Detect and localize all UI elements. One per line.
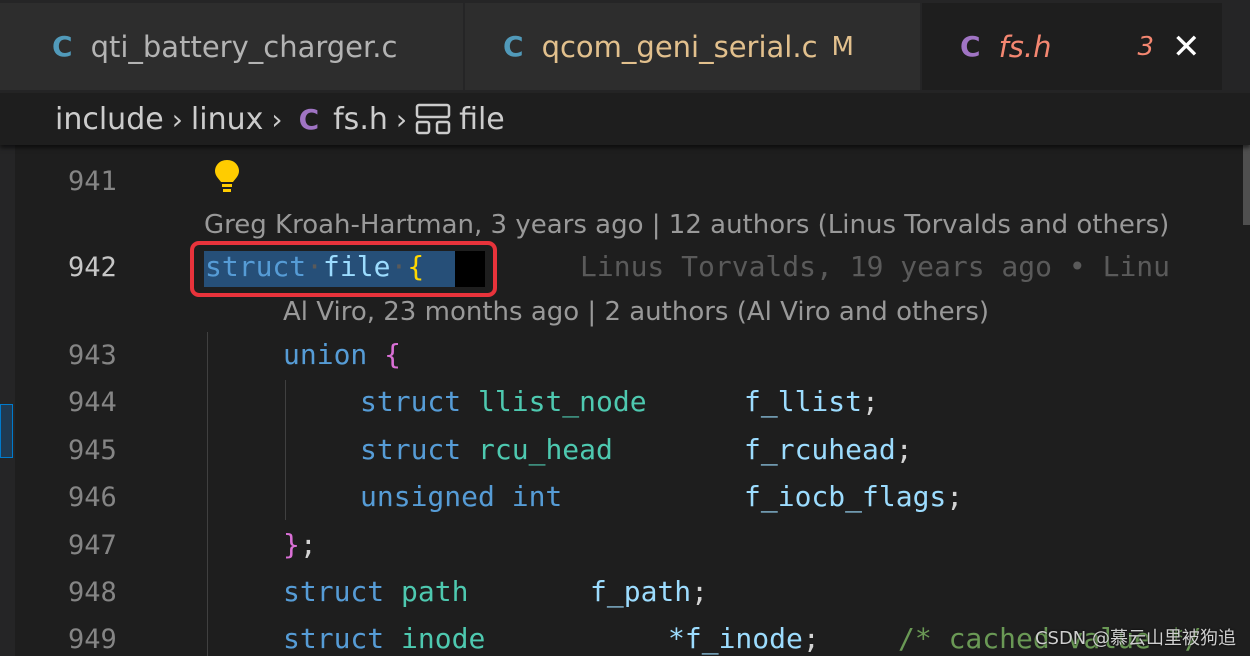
- tab-qti-battery-charger[interactable]: C qti_battery_charger.c: [0, 3, 463, 90]
- h-file-icon: C: [298, 102, 320, 136]
- tab-label: fs.h: [998, 29, 1052, 64]
- gutter-change-marker: [0, 404, 13, 458]
- code-line-943: union {: [283, 338, 402, 371]
- line-number: 941: [68, 166, 117, 197]
- lightbulb-icon[interactable]: [212, 158, 242, 194]
- breadcrumb-include[interactable]: include: [55, 102, 164, 137]
- h-file-icon: C: [960, 30, 981, 63]
- line-number: 949: [68, 624, 117, 655]
- close-icon[interactable]: ✕: [1172, 27, 1201, 67]
- code-line-944-member: f_llist;: [744, 385, 879, 418]
- breadcrumb-linux[interactable]: linux: [191, 102, 263, 137]
- line-number: 947: [68, 530, 117, 561]
- code-line-948-member: f_path;: [590, 575, 709, 608]
- code-line-942: struct·file·{: [205, 250, 425, 283]
- code-line-946-member: f_iocb_flags;: [744, 480, 964, 513]
- watermark: CSDN @慕云山里被狗追: [1034, 628, 1236, 649]
- code-line-944: struct llist_node: [360, 385, 647, 418]
- tab-label: qcom_geni_serial.c: [541, 29, 818, 64]
- tab-label: qti_battery_charger.c: [90, 29, 398, 64]
- tab-qcom-geni-serial[interactable]: C qcom_geni_serial.c M: [465, 3, 920, 90]
- codelens-blame[interactable]: Greg Kroah-Hartman, 3 years ago | 12 aut…: [204, 210, 1169, 240]
- line-number: 942: [68, 252, 117, 283]
- code-line-945: struct rcu_head: [360, 433, 613, 466]
- vertical-scrollbar[interactable]: [1243, 145, 1250, 225]
- modified-badge: M: [831, 31, 854, 62]
- line-number: 946: [68, 482, 117, 513]
- c-file-icon: C: [52, 30, 73, 63]
- code-line-948: struct path: [283, 575, 469, 608]
- line-number: 944: [68, 387, 117, 418]
- chevron-right-icon: ›: [171, 102, 183, 136]
- struct-icon: [415, 103, 451, 135]
- inline-blame: Linus Torvalds, 19 years ago • Linu: [580, 250, 1171, 283]
- code-line-946: unsigned int: [360, 480, 563, 513]
- breadcrumb-fs-h[interactable]: fs.h: [333, 102, 388, 137]
- indent-guide: [207, 332, 208, 656]
- chevron-right-icon: ›: [395, 102, 408, 136]
- code-line-947: };: [283, 528, 317, 561]
- code-line-949-member: *f_inode;: [668, 622, 820, 655]
- breadcrumb: include › linux › C fs.h › file: [0, 93, 1250, 145]
- activity-edge: [0, 145, 15, 656]
- code-line-949: struct inode: [283, 622, 486, 655]
- line-number: 945: [68, 435, 117, 466]
- tab-fs-h[interactable]: C fs.h 3 ✕: [922, 3, 1222, 90]
- chevron-right-icon: ›: [271, 102, 283, 136]
- tab-bar: C qti_battery_charger.c C qcom_geni_seri…: [0, 0, 1250, 93]
- problem-count-badge: 3: [1137, 31, 1155, 62]
- breadcrumb-file[interactable]: file: [459, 102, 505, 137]
- tab-bar-empty: [1222, 3, 1250, 90]
- line-number: 948: [68, 577, 117, 608]
- indent-guide: [285, 380, 286, 520]
- code-line-945-member: f_rcuhead;: [744, 433, 913, 466]
- c-file-icon: C: [503, 30, 524, 63]
- line-number: 943: [68, 340, 117, 371]
- codelens-blame[interactable]: Al Viro, 23 months ago | 2 authors (Al V…: [283, 297, 989, 327]
